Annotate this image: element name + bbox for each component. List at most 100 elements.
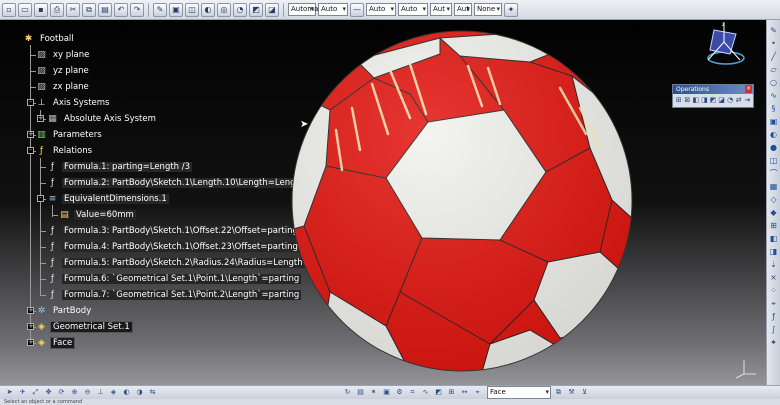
graphic-property-combo-3[interactable]: Auto <box>366 3 396 16</box>
filter-icon[interactable]: ⊻ <box>579 387 590 398</box>
fit-all-icon[interactable]: ⤢ <box>30 387 41 398</box>
copy-icon[interactable]: ⧉ <box>553 387 564 398</box>
draft-analysis-icon[interactable]: ◩ <box>433 387 444 398</box>
plane-icon[interactable]: ▱ <box>769 65 779 75</box>
sphere-icon[interactable]: ● <box>769 143 779 153</box>
trim-icon[interactable]: ◨ <box>701 96 709 105</box>
expand-toggle-absolute-axis[interactable]: + <box>37 115 44 122</box>
tree-item-equivalent-dimensions[interactable]: ≡ EquivalentDimensions.1 <box>46 192 169 206</box>
spline-icon[interactable]: ∿ <box>769 91 779 101</box>
join-icon[interactable]: ⊞ <box>769 221 779 231</box>
tree-item-value[interactable]: ▤ Value=60mm <box>58 208 136 222</box>
expand-toggle-partbody[interactable]: + <box>27 307 34 314</box>
split-icon[interactable]: ◧ <box>769 234 779 244</box>
extrude-icon[interactable]: ▣ <box>769 117 779 127</box>
zoom-out-icon[interactable]: ⊖ <box>82 387 93 398</box>
swap-icon[interactable]: ⇆ <box>147 387 158 398</box>
graphic-property-combo-4[interactable]: Auto <box>398 3 428 16</box>
tree-item-formula-1[interactable]: ƒ Formula.1: parting=Length /3 <box>46 160 193 174</box>
project-icon[interactable]: ⇣ <box>769 260 779 270</box>
trim-icon[interactable]: ◨ <box>769 247 779 257</box>
iso-view-icon[interactable]: ◈ <box>108 387 119 398</box>
fly-icon[interactable]: ✈ <box>17 387 28 398</box>
expand-toggle-geometrical-set[interactable]: + <box>27 323 34 330</box>
tree-item-formula-3[interactable]: ƒ Formula.3: PartBody\Sketch.1\Offset.22… <box>46 224 300 238</box>
tree-item-face[interactable]: ◈ Face <box>35 336 76 350</box>
tools-icon[interactable]: ⚒ <box>566 387 577 398</box>
zoom-in-icon[interactable]: ⊕ <box>69 387 80 398</box>
extract-icon[interactable]: ◪ <box>718 96 726 105</box>
curvature-icon[interactable]: ∿ <box>420 387 431 398</box>
user-feature-icon[interactable]: ✶ <box>368 387 379 398</box>
expand-toggle-axis-systems[interactable]: - <box>27 99 34 106</box>
line-type-icon[interactable]: — <box>350 2 364 17</box>
tree-item-axis-systems[interactable]: ⊥ Axis Systems <box>35 96 111 110</box>
measure-icon[interactable]: ⌖ <box>769 299 779 309</box>
multi-output-icon[interactable]: ▤ <box>355 387 366 398</box>
football-3d-model[interactable] <box>290 30 634 372</box>
tree-item-partbody[interactable]: ✲ PartBody <box>35 304 93 318</box>
helix-icon[interactable]: § <box>769 104 779 114</box>
measure-item-icon[interactable]: ⌖ <box>472 387 483 398</box>
pan-icon[interactable]: ✥ <box>43 387 54 398</box>
tree-item-geometrical-set[interactable]: ◈ Geometrical Set.1 <box>35 320 133 334</box>
tree-item-zx-plane[interactable]: ▨ zx plane <box>35 80 91 94</box>
point-icon[interactable]: • <box>769 39 779 49</box>
update-icon[interactable]: ↻ <box>342 387 353 398</box>
join-icon[interactable]: ⊞ <box>675 96 683 105</box>
offset-icon[interactable]: ◫ <box>769 156 779 166</box>
tree-item-yz-plane[interactable]: ▨ yz plane <box>35 64 91 78</box>
sweep-icon[interactable]: ⌒ <box>769 169 779 179</box>
normal-view-icon[interactable]: ⊥ <box>95 387 106 398</box>
tree-item-formula-6[interactable]: ƒ Formula.6: `Geometrical Set.1\Point.1\… <box>46 272 302 286</box>
expand-toggle-equivalent[interactable]: - <box>37 195 44 202</box>
pattern-icon[interactable]: ⁘ <box>769 286 779 296</box>
knowledge-icon[interactable]: ✦ <box>769 338 779 348</box>
painter-icon[interactable]: ✦ <box>504 2 518 17</box>
fillet-icon[interactable]: ◔ <box>726 96 734 105</box>
expand-toggle-relations[interactable]: - <box>27 147 34 154</box>
operations-toolbar[interactable]: Operations × ⊞ ⊠ ◧ ◨ ◩ ◪ ◔ ⇄ ⇥ <box>672 84 754 108</box>
tree-item-formula-5[interactable]: ƒ Formula.5: PartBody\Sketch.2\Radius.24… <box>46 256 305 270</box>
operations-title[interactable]: Operations × <box>673 85 753 94</box>
translate-icon[interactable]: ⇄ <box>735 96 743 105</box>
graphic-property-combo-7[interactable]: None <box>474 3 502 16</box>
current-body-combo[interactable]: Face <box>487 386 551 399</box>
select-icon[interactable]: ➤ <box>4 387 15 398</box>
sketcher-icon[interactable]: ✎ <box>769 26 779 36</box>
fill-icon[interactable]: ▦ <box>769 182 779 192</box>
revolve-icon[interactable]: ◐ <box>769 130 779 140</box>
tree-item-formula-4[interactable]: ƒ Formula.4: PartBody\Sketch.1\Offset.23… <box>46 240 300 254</box>
expand-toggle-parameters[interactable]: + <box>27 131 34 138</box>
healing-icon[interactable]: ⊠ <box>684 96 692 105</box>
compass-icon[interactable]: z <box>696 20 750 72</box>
boundary-icon[interactable]: ◩ <box>709 96 717 105</box>
law-icon[interactable]: ∫ <box>769 325 779 335</box>
rotate-icon[interactable]: ⟳ <box>56 387 67 398</box>
graphic-property-combo-6[interactable]: Aut <box>454 3 472 16</box>
tree-root-football[interactable]: ✱ Football <box>22 32 76 46</box>
hide-show-icon[interactable]: ◑ <box>134 387 145 398</box>
tree-item-formula-7[interactable]: ƒ Formula.7: `Geometrical Set.1\Point.2\… <box>46 288 302 302</box>
loft-icon[interactable]: ◇ <box>769 195 779 205</box>
analysis-icon[interactable]: ⌗ <box>407 387 418 398</box>
tree-item-relations[interactable]: ƒ Relations <box>35 144 94 158</box>
tree-item-xy-plane[interactable]: ▨ xy plane <box>35 48 91 62</box>
formula-icon[interactable]: ƒ <box>769 312 779 322</box>
shading-icon[interactable]: ◐ <box>121 387 132 398</box>
extrapolate-icon[interactable]: ⇥ <box>744 96 752 105</box>
blend-icon[interactable]: ◆ <box>769 208 779 218</box>
graphic-property-combo-5[interactable]: Aut <box>430 3 452 16</box>
split-icon[interactable]: ◧ <box>692 96 700 105</box>
catalog-icon[interactable]: ▣ <box>381 387 392 398</box>
tree-item-absolute-axis-system[interactable]: ▦ Absolute Axis System <box>46 112 158 126</box>
tree-item-parameters[interactable]: ▥ Parameters <box>35 128 104 142</box>
measure-between-icon[interactable]: ↔ <box>459 387 470 398</box>
line-icon[interactable]: ╱ <box>769 52 779 62</box>
expand-toggle-face[interactable]: + <box>27 339 34 346</box>
close-icon[interactable]: × <box>745 85 752 93</box>
tree-item-formula-2[interactable]: ƒ Formula.2: PartBody\Sketch.1\Length.10… <box>46 176 307 190</box>
connect-checker-icon[interactable]: ⊞ <box>446 387 457 398</box>
knowledge-advisor-icon[interactable]: ⚙ <box>394 387 405 398</box>
graphic-property-combo-2[interactable]: Auto <box>318 3 348 16</box>
